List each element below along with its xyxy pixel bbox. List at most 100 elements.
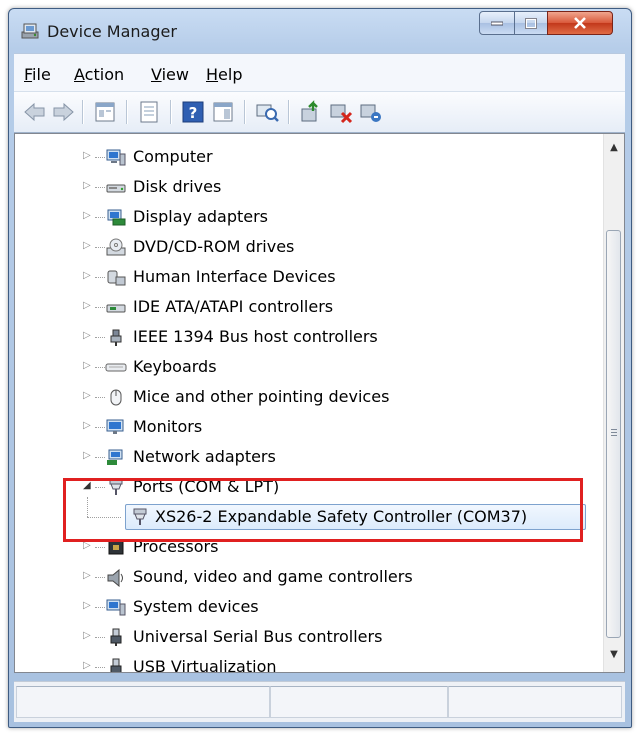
expand-arrow-icon[interactable]: ▷ bbox=[83, 301, 93, 311]
expand-arrow-icon[interactable]: ▷ bbox=[83, 391, 93, 401]
toolbar-separator bbox=[82, 100, 84, 124]
tree-category-item[interactable]: ▷ DVD/CD-ROM drives bbox=[15, 232, 595, 262]
tree-connector bbox=[95, 427, 105, 429]
expand-arrow-icon[interactable]: ▷ bbox=[83, 451, 93, 461]
device-manager-window: Device Manager File Action View Help ? ▷… bbox=[8, 8, 632, 728]
expand-arrow-icon[interactable]: ▷ bbox=[83, 631, 93, 641]
tree-item-label: Sound, video and game controllers bbox=[133, 567, 413, 586]
menu-view-access-key: V bbox=[151, 65, 162, 84]
tree-item-label: Mice and other pointing devices bbox=[133, 387, 390, 406]
close-button[interactable] bbox=[547, 11, 613, 35]
tree-category-item[interactable]: ▷ IDE ATA/ATAPI controllers bbox=[15, 292, 595, 322]
expand-arrow-icon[interactable]: ▷ bbox=[83, 661, 93, 671]
tree-category-item[interactable]: ▷ System devices bbox=[15, 592, 595, 622]
expand-arrow-icon[interactable]: ▷ bbox=[83, 601, 93, 611]
tree-item-label: Display adapters bbox=[133, 207, 269, 226]
tree-category-item[interactable]: ▷ Computer bbox=[15, 142, 595, 172]
window-title: Device Manager bbox=[47, 22, 177, 41]
update-driver-icon[interactable] bbox=[298, 99, 324, 125]
menu-help-access-key: H bbox=[206, 65, 219, 84]
tree-item-label: IDE ATA/ATAPI controllers bbox=[133, 297, 334, 316]
expand-arrow-icon[interactable]: ▷ bbox=[83, 361, 93, 371]
expand-arrow-icon[interactable]: ▷ bbox=[83, 151, 93, 161]
tree-category-item[interactable]: ▷ Disk drives bbox=[15, 172, 595, 202]
tree-connector bbox=[95, 337, 105, 339]
title-bar[interactable]: Device Manager bbox=[9, 9, 631, 53]
tree-category-item[interactable]: ▷ Network adapters bbox=[15, 442, 595, 472]
toolbar-separator bbox=[126, 100, 128, 124]
expand-arrow-icon[interactable]: ▷ bbox=[83, 211, 93, 221]
menu-file[interactable]: File bbox=[24, 65, 51, 84]
tree-category-item[interactable]: ▷ Monitors bbox=[15, 412, 595, 442]
status-bar bbox=[14, 681, 625, 722]
highlight-box bbox=[63, 478, 583, 542]
menu-help[interactable]: Help bbox=[206, 65, 242, 84]
tree-category-item[interactable]: ▷ Mice and other pointing devices bbox=[15, 382, 595, 412]
vertical-scrollbar[interactable]: ▲ ▼ bbox=[603, 134, 624, 672]
device-tree[interactable]: ▷ Computer ▷ Disk drives ▷ Display adapters ▷ D… bbox=[14, 133, 625, 673]
tree-item-label: System devices bbox=[133, 597, 259, 616]
menu-action-access-key: A bbox=[74, 65, 85, 84]
system-devices-icon bbox=[106, 599, 126, 616]
tree-item-label: IEEE 1394 Bus host controllers bbox=[133, 327, 378, 346]
back-icon[interactable] bbox=[22, 99, 48, 125]
status-cell bbox=[16, 686, 270, 718]
tree-category-item[interactable]: ▷ Sound, video and game controllers bbox=[15, 562, 595, 592]
tree-connector bbox=[95, 547, 105, 549]
ieee1394-icon bbox=[110, 329, 122, 346]
tree-connector bbox=[95, 607, 105, 609]
tree-item-label: Monitors bbox=[133, 417, 203, 436]
tree-item-label: Human Interface Devices bbox=[133, 267, 336, 286]
expand-arrow-icon[interactable]: ▷ bbox=[83, 271, 93, 281]
menu-file-access-key: F bbox=[24, 65, 33, 84]
minimize-icon bbox=[480, 12, 514, 34]
toolbar-separator bbox=[244, 100, 246, 124]
menu-action-label: ction bbox=[84, 65, 125, 84]
menu-bar: File Action View Help bbox=[14, 53, 625, 92]
help-icon[interactable]: ? bbox=[180, 99, 206, 125]
toolbar-separator bbox=[288, 100, 290, 124]
uninstall-device-icon[interactable] bbox=[358, 99, 384, 125]
usb-icon bbox=[110, 628, 122, 646]
dvd-drive-icon bbox=[106, 238, 126, 256]
tree-item-label: Disk drives bbox=[133, 177, 222, 196]
disable-device-icon[interactable] bbox=[328, 99, 354, 125]
expand-arrow-icon[interactable]: ▷ bbox=[83, 331, 93, 341]
tree-item-label: Computer bbox=[133, 147, 213, 166]
tree-category-item[interactable]: ▷ IEEE 1394 Bus host controllers bbox=[15, 322, 595, 352]
expand-arrow-icon[interactable]: ▷ bbox=[83, 571, 93, 581]
expand-arrow-icon[interactable]: ▷ bbox=[83, 541, 93, 551]
tree-category-item[interactable]: ▷ Display adapters bbox=[15, 202, 595, 232]
tree-category-item[interactable]: ▷ Universal Serial Bus controllers bbox=[15, 622, 595, 652]
status-cell bbox=[270, 686, 448, 718]
forward-icon[interactable] bbox=[50, 99, 76, 125]
scroll-up-arrow-icon[interactable]: ▲ bbox=[609, 143, 619, 153]
expand-arrow-icon[interactable]: ▷ bbox=[83, 241, 93, 251]
tree-item-label: DVD/CD-ROM drives bbox=[133, 237, 295, 256]
properties-icon[interactable] bbox=[92, 99, 118, 125]
tree-category-item[interactable]: ▷ Human Interface Devices bbox=[15, 262, 595, 292]
tree-item-label: Universal Serial Bus controllers bbox=[133, 627, 383, 646]
tree-connector bbox=[95, 157, 105, 159]
scrollbar-thumb[interactable] bbox=[606, 230, 621, 638]
menu-action[interactable]: Action bbox=[74, 65, 124, 84]
tree-connector bbox=[95, 577, 105, 579]
show-hide-pane-icon[interactable] bbox=[210, 99, 236, 125]
menu-view-label: iew bbox=[161, 65, 189, 84]
menu-help-label: elp bbox=[218, 65, 243, 84]
tree-category-item[interactable]: ▷ Keyboards bbox=[15, 352, 595, 382]
toolbar-separator bbox=[170, 100, 172, 124]
maximize-icon bbox=[515, 12, 547, 34]
properties-sheet-icon[interactable] bbox=[136, 99, 162, 125]
expand-arrow-icon[interactable]: ▷ bbox=[83, 421, 93, 431]
scroll-down-arrow-icon[interactable]: ▼ bbox=[609, 650, 619, 660]
scan-hardware-icon[interactable] bbox=[254, 99, 280, 125]
tree-connector bbox=[95, 367, 105, 369]
expand-arrow-icon[interactable]: ▷ bbox=[83, 181, 93, 191]
tree-connector bbox=[95, 217, 105, 219]
maximize-button[interactable] bbox=[514, 11, 548, 35]
hid-icon bbox=[107, 270, 126, 286]
tree-category-item[interactable]: ▷ USB Virtualization bbox=[15, 652, 595, 672]
minimize-button[interactable] bbox=[479, 11, 515, 35]
menu-view[interactable]: View bbox=[151, 65, 189, 84]
